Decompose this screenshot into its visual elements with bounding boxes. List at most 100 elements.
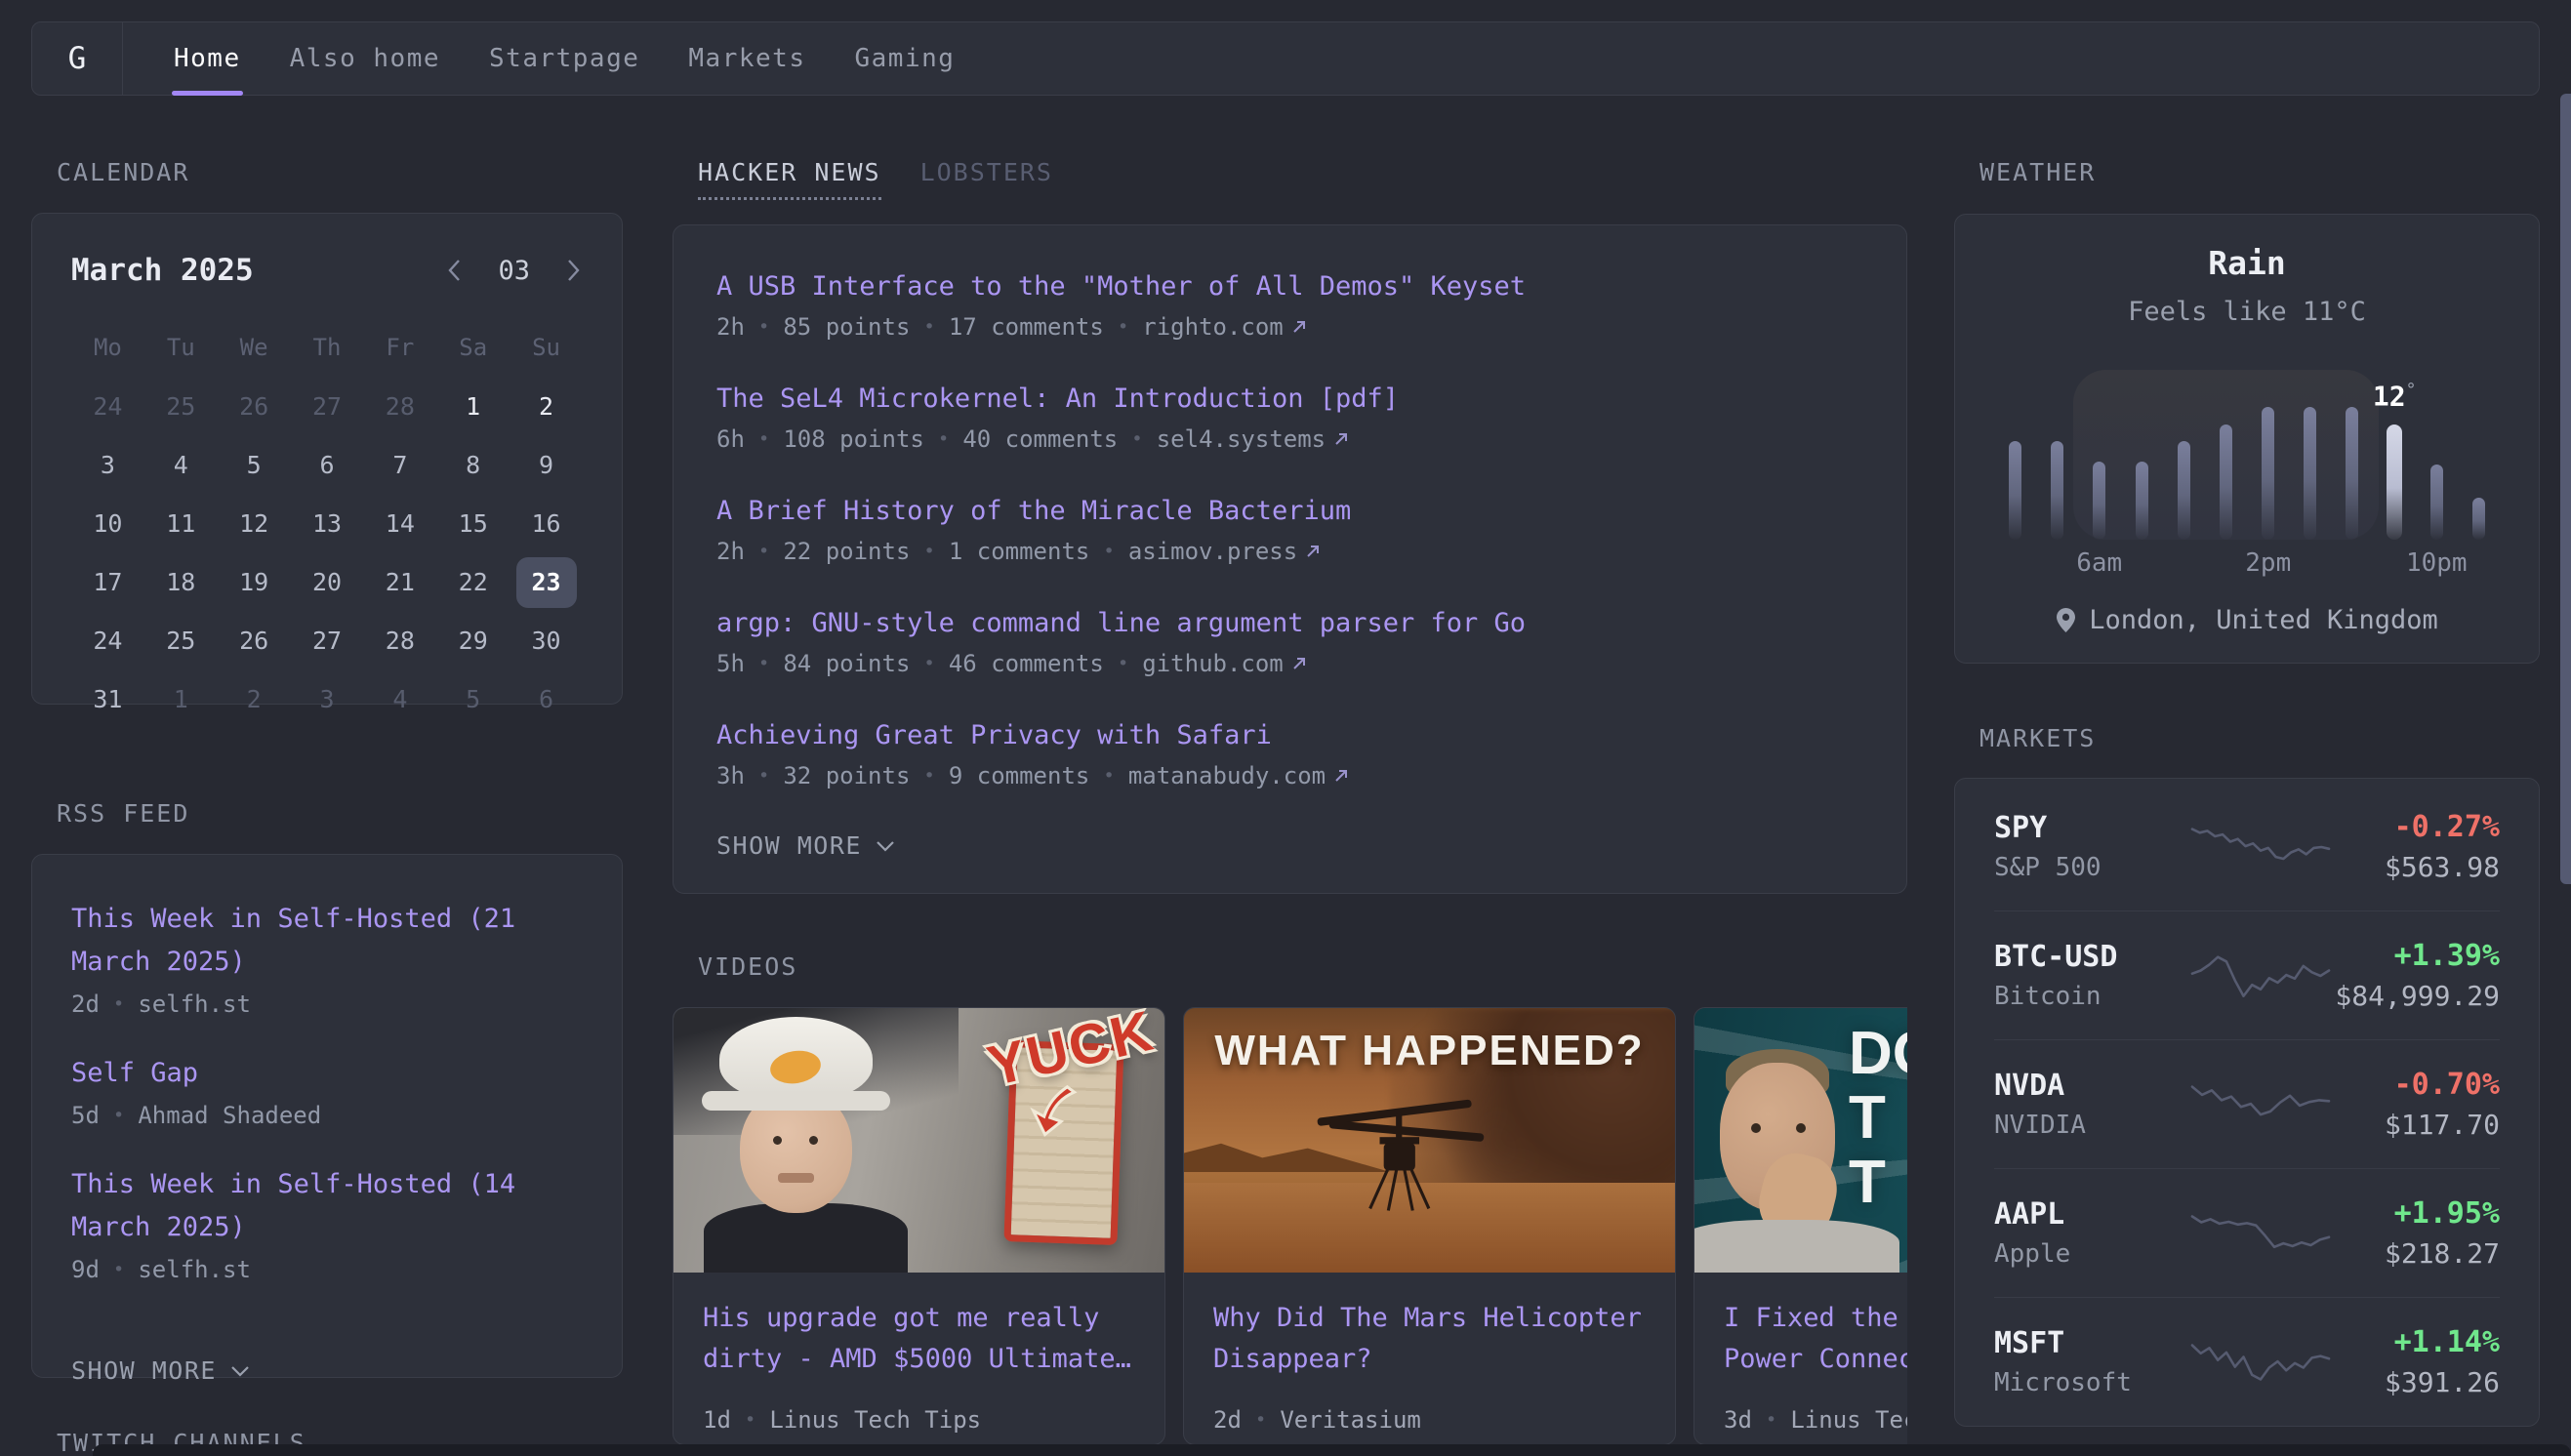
ticker-name: Apple — [1994, 1239, 2180, 1269]
nav-tab-markets[interactable]: Markets — [688, 22, 805, 95]
location-pin-icon — [2056, 607, 2076, 633]
rss-item: This Week in Self-Hosted (21 March 2025)… — [71, 898, 583, 1019]
news-item-comments: 46 comments — [949, 649, 1104, 678]
news-item: The SeL4 Microkernel: An Introduction [p… — [716, 383, 1863, 454]
rss-item-title[interactable]: Self Gap — [71, 1052, 583, 1095]
ticker-change: +1.14% — [2332, 1326, 2500, 1359]
rss-item-age: 5d — [71, 1101, 100, 1130]
calendar-day: 19 — [218, 557, 291, 608]
video-title[interactable]: His upgrade got me really dirty - AMD $5… — [703, 1298, 1135, 1380]
calendar-day: 5 — [436, 674, 510, 725]
calendar-day: 4 — [363, 674, 436, 725]
market-row[interactable]: SPY S&P 500 -0.27% $563.98 — [1994, 783, 2500, 911]
show-more-label: SHOW MORE — [716, 831, 862, 860]
calendar-day: 22 — [436, 557, 510, 608]
nav-tab-gaming[interactable]: Gaming — [854, 22, 955, 95]
news-item-source-link[interactable]: righto.com — [1142, 312, 1307, 342]
markets-widget: SPY S&P 500 -0.27% $563.98 BTC-USD Bitco… — [1954, 778, 2540, 1427]
video-thumbnail[interactable]: WHAT HAPPENED? — [1184, 1008, 1675, 1273]
thumbnail-headline-text: DO T T — [1849, 1022, 1907, 1215]
news-item-comments: 40 comments — [962, 425, 1118, 454]
tab-hacker-news[interactable]: HACKER NEWS — [698, 160, 881, 200]
sparkline-chart — [2189, 1208, 2332, 1259]
news-item-source-link[interactable]: asimov.press — [1128, 537, 1321, 566]
weekday-label: Su — [510, 335, 583, 360]
weather-bar — [2036, 370, 2078, 540]
calendar-day: 1 — [436, 382, 510, 432]
time-label: 6am — [2076, 548, 2122, 578]
dot-separator — [758, 761, 769, 790]
weather-bar — [2289, 370, 2331, 540]
calendar-prev-button[interactable] — [445, 258, 465, 283]
video-thumbnail[interactable]: DO T T — [1694, 1008, 1907, 1273]
news-item-source: righto.com — [1142, 312, 1284, 342]
nav-tab-startpage[interactable]: Startpage — [489, 22, 639, 95]
weekday-label: We — [218, 335, 291, 360]
news-item-title[interactable]: argp: GNU-style command line argument pa… — [716, 607, 1863, 640]
video-card[interactable]: WHAT HAPPENED? Why Did The Mars Helicopt… — [1183, 1007, 1676, 1445]
sparkline-chart — [2189, 950, 2332, 1001]
ticker-change: +1.95% — [2332, 1197, 2500, 1231]
video-thumbnail[interactable]: YUCK — [673, 1008, 1164, 1273]
markets-heading: MARKETS — [1979, 726, 2540, 751]
show-more-label: SHOW MORE — [71, 1356, 217, 1385]
news-show-more-button[interactable]: SHOW MORE — [716, 831, 895, 860]
calendar-day: 30 — [510, 616, 583, 667]
video-title[interactable]: Why Did The Mars Helicopter Disappear? — [1213, 1298, 1646, 1380]
calendar-day: 24 — [71, 616, 144, 667]
dot-separator — [1118, 312, 1128, 342]
weather-bar — [1994, 370, 2036, 540]
weather-widget: Rain Feels like 11°C 12° 6am 2pm 10pm Lo… — [1954, 214, 2540, 664]
nav-tab-also-home[interactable]: Also home — [290, 22, 440, 95]
mars-helicopter-silhouette — [1268, 1093, 1533, 1215]
rss-show-more-button[interactable]: SHOW MORE — [71, 1356, 250, 1385]
news-item-source-link[interactable]: github.com — [1142, 649, 1307, 678]
news-item-comments: 1 comments — [949, 537, 1090, 566]
calendar-day: 6 — [291, 440, 364, 491]
app-logo[interactable]: G — [32, 22, 123, 95]
ticker-price: $117.70 — [2332, 1110, 2500, 1141]
news-item-source-link[interactable]: sel4.systems — [1157, 425, 1349, 454]
news-item-title[interactable]: The SeL4 Microkernel: An Introduction [p… — [716, 383, 1863, 416]
external-link-icon — [1291, 319, 1307, 335]
sparkline-chart — [2189, 1079, 2332, 1130]
rss-item-title[interactable]: This Week in Self-Hosted (14 March 2025) — [71, 1163, 583, 1249]
weather-bar — [2205, 370, 2247, 540]
market-row[interactable]: NVDA NVIDIA -0.70% $117.70 — [1994, 1040, 2500, 1169]
rss-item-title[interactable]: This Week in Self-Hosted (21 March 2025) — [71, 898, 583, 984]
news-item-age: 2h — [716, 312, 745, 342]
calendar-day: 29 — [436, 616, 510, 667]
video-title[interactable]: I Fixed the 5 Power Connect — [1724, 1298, 1907, 1380]
ticker-price: $391.26 — [2332, 1367, 2500, 1398]
market-row[interactable]: MSFT Microsoft +1.14% $391.26 — [1994, 1298, 2500, 1426]
calendar-day: 16 — [510, 499, 583, 549]
news-item-source-link[interactable]: matanabudy.com — [1128, 761, 1349, 790]
news-item-title[interactable]: A USB Interface to the "Mother of All De… — [716, 270, 1863, 303]
news-item-meta: 2h22 points1 comments asimov.press — [716, 537, 1863, 566]
video-card[interactable]: YUCK His upgrade got me really dirty - A… — [673, 1007, 1165, 1445]
market-row[interactable]: AAPL Apple +1.95% $218.27 — [1994, 1169, 2500, 1298]
calendar-day: 2 — [510, 382, 583, 432]
video-card[interactable]: DO T T I Fixed the 5 Power Connect — [1694, 1007, 1907, 1445]
news-item-age: 2h — [716, 537, 745, 566]
tab-lobsters[interactable]: LOBSTERS — [920, 160, 1053, 200]
weather-hourly-chart: 12° — [1994, 370, 2500, 540]
news-item-title[interactable]: Achieving Great Privacy with Safari — [716, 719, 1863, 752]
ticker-symbol: AAPL — [1994, 1198, 2180, 1232]
market-row[interactable]: BTC-USD Bitcoin +1.39% $84,999.29 — [1994, 911, 2500, 1040]
news-item-source: sel4.systems — [1157, 425, 1326, 454]
news-item-title[interactable]: A Brief History of the Miracle Bacterium — [716, 495, 1863, 528]
calendar-month-number: 03 — [498, 256, 530, 286]
red-arrow-icon — [1018, 1074, 1090, 1147]
vertical-scrollbar-thumb[interactable] — [2560, 94, 2571, 884]
news-item-age: 6h — [716, 425, 745, 454]
rss-item-source: Ahmad Shadeed — [138, 1101, 321, 1130]
calendar-month-label: March 2025 — [71, 253, 254, 288]
news-item-comments: 9 comments — [949, 761, 1090, 790]
weather-heading: WEATHER — [1979, 160, 2540, 185]
calendar-next-button[interactable] — [563, 258, 583, 283]
calendar-weekday-header: Mo Tu We Th Fr Sa Su — [71, 335, 583, 360]
videos-heading: VIDEOS — [698, 954, 1907, 980]
dot-separator — [1103, 537, 1114, 566]
nav-tab-home[interactable]: Home — [174, 22, 241, 95]
